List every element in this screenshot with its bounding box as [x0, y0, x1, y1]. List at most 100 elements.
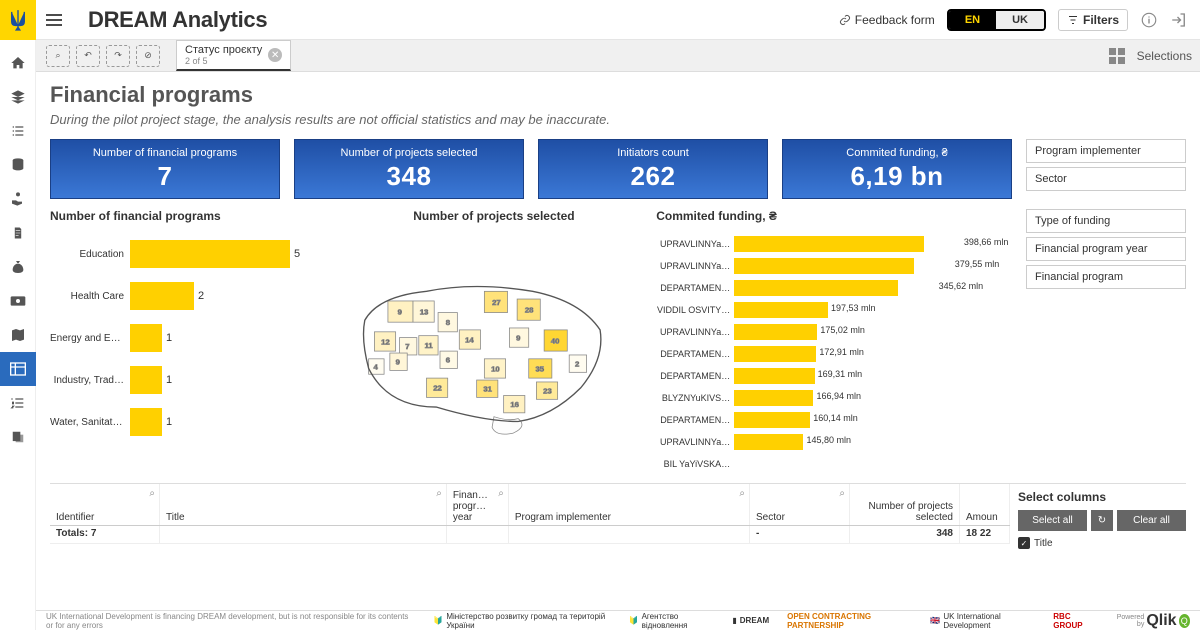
selections-link[interactable]: Selections — [1137, 49, 1192, 63]
bar-value: 5 — [294, 248, 300, 260]
tool-clear[interactable]: ⊘ — [136, 45, 160, 67]
bar-row[interactable]: BIL YaYiVSKA… — [656, 453, 1012, 475]
totals-amount: 18 22 — [960, 526, 1010, 543]
filter-type-of-funding[interactable]: Type of funding — [1026, 209, 1186, 233]
card-initiators: Initiators count 262 — [538, 139, 768, 199]
bar-value: 175,02 mln — [820, 325, 865, 335]
nav-table[interactable] — [0, 352, 36, 386]
nav-database[interactable] — [0, 148, 36, 182]
card-value: 348 — [387, 161, 432, 192]
nav-map[interactable] — [0, 318, 36, 352]
menu-button[interactable] — [36, 14, 72, 26]
feedback-link[interactable]: Feedback form — [839, 13, 935, 27]
tool-back[interactable]: ↶ — [76, 45, 100, 67]
bar-row[interactable]: UPRAVLINNYa…398,66 mln — [656, 233, 1012, 255]
tool-forward[interactable]: ↷ — [106, 45, 130, 67]
bar-label: UPRAVLINNYa… — [656, 239, 734, 249]
bar-label: Health Care — [50, 291, 130, 302]
bar-row[interactable]: Education5 — [50, 233, 332, 275]
tab-label: Статус проєкту — [185, 44, 262, 56]
info-icon[interactable] — [1140, 11, 1158, 29]
bar-row[interactable]: VIDDIL OSVITY…197,53 mln — [656, 299, 1012, 321]
lang-en[interactable]: EN — [949, 11, 996, 29]
active-tab[interactable]: Статус проєкту 2 of 5 ✕ — [176, 40, 291, 71]
tab-close-button[interactable]: ✕ — [268, 48, 282, 62]
filter-program-implementer[interactable]: Program implementer — [1026, 139, 1186, 163]
totals-projects: 348 — [850, 526, 960, 543]
tool-search[interactable]: ⌕ — [46, 45, 70, 67]
language-toggle[interactable]: EN UK — [947, 9, 1046, 31]
svg-text:11: 11 — [425, 341, 434, 350]
database-icon — [10, 157, 26, 173]
filter-icon — [1067, 14, 1079, 26]
data-table[interactable]: Identifier⌕ Title⌕ Finan… progr… year⌕ P… — [50, 484, 1010, 549]
card-label: Initiators count — [617, 147, 689, 159]
bar-row[interactable]: DEPARTAMEN…172,91 mln — [656, 343, 1012, 365]
bar-label: Energy and Ex… — [50, 333, 130, 344]
card-value: 7 — [158, 161, 173, 192]
grid-icon[interactable] — [1109, 48, 1125, 64]
nav-layers[interactable] — [0, 80, 36, 114]
col-year[interactable]: Finan… progr… year — [453, 490, 502, 523]
bar-label: BLYZNYuKIVS… — [656, 393, 734, 403]
bar-row[interactable]: UPRAVLINNYa…379,55 mln — [656, 255, 1012, 277]
bar-row[interactable]: DEPARTAMEN…169,31 mln — [656, 365, 1012, 387]
filter-program-year[interactable]: Financial program year — [1026, 237, 1186, 261]
bar-value: 197,53 mln — [831, 303, 876, 313]
bar-row[interactable]: UPRAVLINNYa… 145,80 mln — [656, 431, 1012, 453]
bar-row[interactable]: Energy and Ex…1 — [50, 317, 332, 359]
select-all-button[interactable]: Select all — [1018, 510, 1087, 531]
nav-cash[interactable] — [0, 284, 36, 318]
filter-sector[interactable]: Sector — [1026, 167, 1186, 191]
bar-row[interactable]: Health Care2 — [50, 275, 332, 317]
search-icon[interactable]: ⌕ — [739, 488, 745, 499]
svg-text:9: 9 — [398, 307, 402, 316]
bar-row[interactable]: BLYZNYuKIVS…166,94 mln — [656, 387, 1012, 409]
login-icon[interactable] — [1170, 11, 1188, 29]
filter-financial-program[interactable]: Financial program — [1026, 265, 1186, 289]
col-identifier[interactable]: Identifier — [56, 512, 94, 523]
toolbar: ⌕ ↶ ↷ ⊘ Статус проєкту 2 of 5 ✕ Selectio… — [36, 40, 1200, 72]
feedback-label: Feedback form — [855, 13, 935, 27]
bar-row[interactable]: DEPARTAMEN…160,14 mln — [656, 409, 1012, 431]
column-toggle-label: Title — [1034, 538, 1053, 549]
brand-ocp: OPEN CONTRACTING PARTNERSHIP — [787, 612, 912, 630]
bar-row[interactable]: Industry, Trad…1 — [50, 359, 332, 401]
layers-icon — [10, 89, 26, 105]
column-toggle-title[interactable]: ✓ Title — [1018, 537, 1186, 549]
bar-row[interactable]: UPRAVLINNYa…175,02 mln — [656, 321, 1012, 343]
nav-money[interactable] — [0, 250, 36, 284]
nav-home[interactable] — [0, 46, 36, 80]
col-title[interactable]: Title — [166, 512, 185, 523]
col-projects[interactable]: Number of projects selected — [856, 501, 953, 523]
ukraine-map[interactable]: 9 13 27 28 8 12 7 11 14 9 40 9 6 — [359, 259, 629, 449]
bar-label: BIL YaYiVSKA… — [656, 459, 734, 469]
col-sector[interactable]: Sector — [756, 512, 785, 523]
svg-text:2: 2 — [575, 360, 579, 369]
svg-text:28: 28 — [525, 306, 534, 315]
bar-value: 145,80 mln — [806, 435, 851, 445]
tab-sublabel: 2 of 5 — [185, 56, 262, 66]
refresh-button[interactable]: ↻ — [1091, 510, 1113, 531]
nav-docs[interactable] — [0, 216, 36, 250]
nav-copy[interactable] — [0, 420, 36, 454]
bar-row[interactable]: DEPARTAMEN…345,62 mln — [656, 277, 1012, 299]
col-implementer[interactable]: Program implementer — [515, 512, 611, 523]
filters-button[interactable]: Filters — [1058, 9, 1128, 31]
brand-ministry: 🔰 Міністерство розвитку громад та терито… — [433, 612, 610, 630]
search-icon[interactable]: ⌕ — [498, 488, 504, 499]
clear-all-button[interactable]: Clear all — [1117, 510, 1186, 531]
trident-icon — [9, 9, 27, 31]
nav-numbered-list[interactable] — [0, 386, 36, 420]
search-icon[interactable]: ⌕ — [839, 488, 845, 499]
qlik-badge: Powered by Qlik Q — [1114, 612, 1190, 630]
lang-uk[interactable]: UK — [996, 11, 1044, 29]
search-icon[interactable]: ⌕ — [436, 488, 442, 499]
bar-label: UPRAVLINNYa… — [656, 437, 734, 447]
bar-row[interactable]: Water, Sanitati…1 — [50, 401, 332, 443]
col-amount[interactable]: Amoun — [966, 512, 998, 523]
nav-list[interactable] — [0, 114, 36, 148]
search-icon[interactable]: ⌕ — [149, 488, 155, 499]
nav-funds[interactable] — [0, 182, 36, 216]
select-columns-header: Select columns — [1018, 490, 1186, 504]
